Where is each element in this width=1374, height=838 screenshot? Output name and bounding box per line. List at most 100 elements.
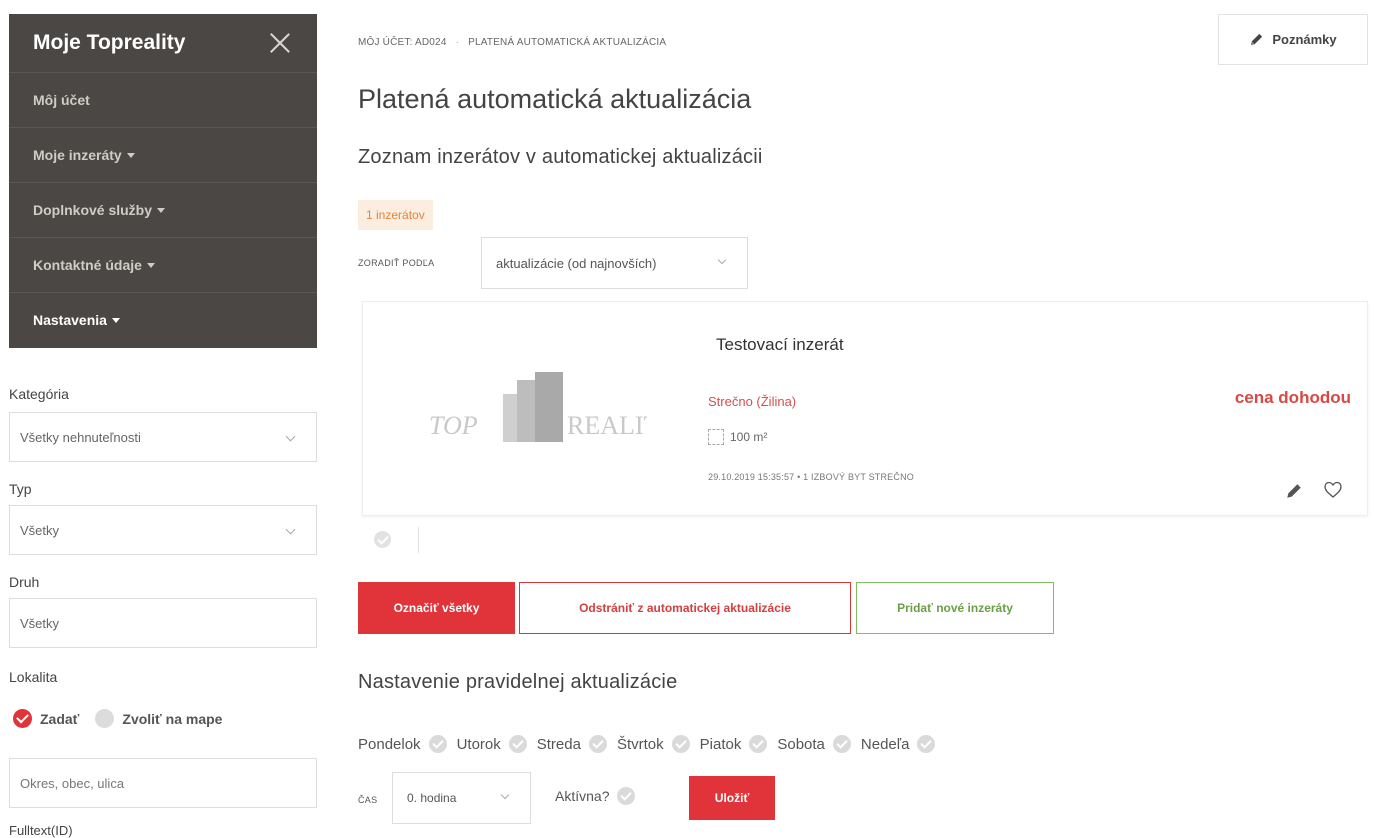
checkbox-icon — [832, 735, 851, 753]
day-label: Pondelok — [358, 735, 421, 753]
checkbox-icon — [749, 735, 768, 753]
sidebar-item-my-listings[interactable]: Moje inzeráty — [9, 127, 317, 182]
listing-card[interactable]: TOP REALITY Testovací inzerát Strečno (Ž… — [362, 301, 1368, 516]
locality-mode: Zadať Zvoliť na mape — [13, 709, 222, 728]
checkbox-icon — [917, 735, 936, 753]
caret-down-icon — [157, 207, 166, 213]
chevron-down-icon — [285, 524, 296, 535]
type-value: Všetky — [20, 522, 60, 538]
caret-down-icon — [126, 152, 135, 158]
select-listing-checkbox[interactable] — [374, 531, 391, 548]
day-toggle-sunday[interactable]: Nedeľa — [861, 735, 936, 753]
select-all-button[interactable]: Označiť všetky — [358, 582, 515, 634]
time-value: 0. hodina — [407, 791, 457, 805]
chevron-down-icon — [717, 255, 727, 265]
day-toggle-monday[interactable]: Pondelok — [358, 735, 447, 753]
day-label: Utorok — [456, 735, 501, 753]
day-toggle-thursday[interactable]: Štvrtok — [617, 735, 690, 753]
listing-area-value: 100 m² — [730, 430, 768, 444]
listing-title[interactable]: Testovací inzerát — [716, 335, 844, 355]
divider — [418, 527, 419, 553]
add-listings-button[interactable]: Pridať nové inzeráty — [856, 582, 1054, 634]
count-badge: 1 inzerátov — [358, 200, 433, 230]
day-toggle-wednesday[interactable]: Streda — [537, 735, 607, 753]
type-label: Typ — [9, 481, 32, 497]
locality-radio-map[interactable]: Zvoliť na mape — [95, 709, 222, 728]
close-icon[interactable] — [269, 32, 291, 54]
area-icon — [708, 429, 724, 445]
page-title: Platená automatická aktualizácia — [358, 84, 752, 114]
checkbox-icon — [617, 787, 636, 805]
chevron-down-icon — [500, 790, 510, 800]
sort-value: aktualizácie (od najnovších) — [496, 255, 657, 271]
active-toggle[interactable]: Aktívna? — [555, 787, 636, 805]
checkbox-icon — [428, 735, 447, 753]
locality-input[interactable]: Okres, obec, ulica — [9, 758, 317, 808]
breadcrumb-account[interactable]: MÔJ ÚČET: AD024 — [358, 37, 447, 48]
days-row: Pondelok Utorok Streda Štvrtok Piatok So… — [358, 735, 945, 753]
sidebar-item-label: Môj účet — [33, 92, 90, 108]
kind-value: Všetky — [20, 615, 60, 631]
locality-label: Lokalita — [9, 669, 58, 685]
sidebar-item-settings[interactable]: Nastavenia — [9, 292, 317, 347]
sidebar-item-contact[interactable]: Kontaktné údaje — [9, 237, 317, 292]
sidebar-title: Moje Topreality — [33, 31, 186, 54]
day-label: Štvrtok — [616, 735, 664, 753]
save-button[interactable]: Uložiť — [689, 776, 775, 820]
listing-meta: 29.10.2019 15:35:57 • 1 IZBOVÝ BYT STREČ… — [708, 472, 914, 482]
radio-label: Zadať — [40, 710, 80, 727]
logo-text-right: REALITY — [567, 411, 647, 440]
sort-label: ZORADIŤ PODĽA — [358, 258, 435, 268]
category-label: Kategória — [9, 386, 69, 402]
category-select[interactable]: Všetky nehnuteľnosti — [9, 412, 317, 462]
pencil-icon — [1251, 33, 1263, 46]
checkbox-icon — [588, 735, 607, 753]
kind-label: Druh — [9, 574, 40, 590]
checkbox-icon — [508, 735, 527, 753]
sidebar-item-my-account[interactable]: Môj účet — [9, 72, 317, 127]
kind-select[interactable]: Všetky — [9, 598, 317, 648]
logo-text-left: TOP — [429, 411, 478, 440]
notes-button[interactable]: Poznámky — [1218, 14, 1368, 65]
time-select[interactable]: 0. hodina — [392, 772, 531, 824]
listing-price: cena dohodou — [1234, 388, 1351, 407]
sidebar-menu: Moje Topreality Môj účet Moje inzeráty D… — [9, 14, 317, 348]
locality-placeholder: Okres, obec, ulica — [20, 775, 125, 791]
edit-pencil-icon[interactable] — [1285, 482, 1303, 500]
checkbox-icon — [671, 735, 690, 753]
sidebar-item-extra-services[interactable]: Doplnkové služby — [9, 182, 317, 237]
schedule-section-title: Nastavenie pravidelnej aktualizácie — [358, 671, 678, 693]
day-label: Nedeľa — [860, 735, 910, 753]
category-value: Všetky nehnuteľnosti — [20, 429, 141, 445]
sidebar-item-label: Nastavenia — [33, 312, 107, 328]
day-toggle-friday[interactable]: Piatok — [700, 735, 768, 753]
breadcrumb-current: PLATENÁ AUTOMATICKÁ AKTUALIZÁCIA — [468, 37, 667, 48]
day-toggle-tuesday[interactable]: Utorok — [457, 735, 527, 753]
radio-unchecked-icon — [95, 709, 115, 728]
sidebar-header: Moje Topreality — [9, 14, 317, 72]
type-select[interactable]: Všetky — [9, 505, 317, 555]
time-label: ČAS — [358, 795, 378, 805]
breadcrumb-separator: · — [455, 37, 460, 48]
day-label: Streda — [536, 735, 581, 753]
sidebar-item-label: Kontaktné údaje — [33, 257, 142, 273]
radio-checked-icon — [13, 709, 32, 728]
day-label: Piatok — [699, 735, 742, 753]
chevron-down-icon — [285, 431, 296, 442]
heart-icon[interactable] — [1323, 480, 1343, 500]
caret-down-icon — [146, 262, 155, 268]
notes-button-label: Poznámky — [1272, 32, 1337, 47]
breadcrumb: MÔJ ÚČET: AD024 · PLATENÁ AUTOMATICKÁ AK… — [358, 37, 666, 48]
radio-label: Zvoliť na mape — [122, 710, 223, 727]
listing-placeholder-logo: TOP REALITY — [429, 372, 647, 442]
locality-radio-enter[interactable]: Zadať — [13, 709, 79, 728]
active-label: Aktívna? — [555, 788, 610, 804]
listing-area: 100 m² — [708, 429, 767, 445]
sidebar-item-label: Doplnkové služby — [33, 202, 153, 218]
day-label: Sobota — [777, 735, 825, 753]
sidebar-item-label: Moje inzeráty — [33, 147, 122, 163]
remove-from-autoupdate-button[interactable]: Odstrániť z automatickej aktualizácie — [519, 582, 851, 634]
day-toggle-saturday[interactable]: Sobota — [777, 735, 851, 753]
caret-down-icon — [111, 317, 120, 323]
sort-select[interactable]: aktualizácie (od najnovších) — [481, 237, 748, 289]
